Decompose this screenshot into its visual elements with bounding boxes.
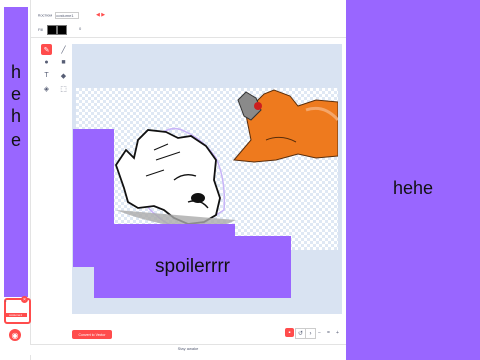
fill-tool-icon[interactable]: ◆ [58, 70, 69, 81]
spoiler-text: spoilerrrr [155, 256, 230, 277]
zoom-in-button[interactable]: + [336, 330, 339, 336]
fill-label: Fill [38, 27, 44, 32]
circle-tool-icon[interactable]: ● [41, 57, 52, 68]
overlay-letter: e [10, 130, 21, 150]
costume-name-input[interactable]: costume1 [55, 12, 80, 19]
status-text: Stay awake [177, 346, 199, 351]
zoom-default-button[interactable]: = [327, 330, 330, 336]
wolf-nose [191, 193, 205, 203]
costume-thumbnail-label: costume1 [4, 313, 27, 317]
overlay-letter: h [10, 106, 21, 126]
outline-size-input[interactable]: 0 [79, 26, 81, 31]
fill-color-swatch[interactable] [47, 25, 57, 35]
costume-name-value: costume1 [56, 13, 74, 18]
left-purple-overlay [4, 7, 28, 297]
flip-icons[interactable]: ◀ ▶ [96, 12, 105, 18]
outline-color-swatch[interactable] [57, 25, 67, 35]
costume-label: Костюм [38, 12, 53, 18]
select-tool-icon[interactable]: ⬚ [58, 83, 69, 94]
costume-name-row: Костюм costume1 [38, 12, 80, 19]
line-tool-icon[interactable]: ╱ [58, 44, 69, 55]
toolbar-divider [30, 37, 346, 38]
brush-tool-icon[interactable]: ✎ [41, 44, 52, 55]
zoom-out-button[interactable]: − [318, 330, 321, 336]
convert-to-vector-button[interactable]: Convert to Vector [72, 330, 112, 339]
overlay-letter: e [10, 84, 21, 104]
cat-red-eye [254, 102, 262, 110]
bitmap-mode-icon[interactable]: ▪ [285, 328, 294, 337]
zoom-fit-icon[interactable]: › [305, 328, 316, 339]
eraser-tool-icon[interactable]: ◈ [41, 83, 52, 94]
add-costume-button[interactable]: ◉ [9, 329, 21, 341]
right-overlay-text: hehe [392, 178, 434, 198]
text-tool-icon[interactable]: T [41, 70, 52, 81]
rectangle-tool-icon[interactable]: ■ [58, 57, 69, 68]
delete-costume-icon[interactable]: × [21, 296, 28, 303]
costume-index: 1 [5, 299, 7, 303]
overlay-letter: h [10, 62, 21, 82]
